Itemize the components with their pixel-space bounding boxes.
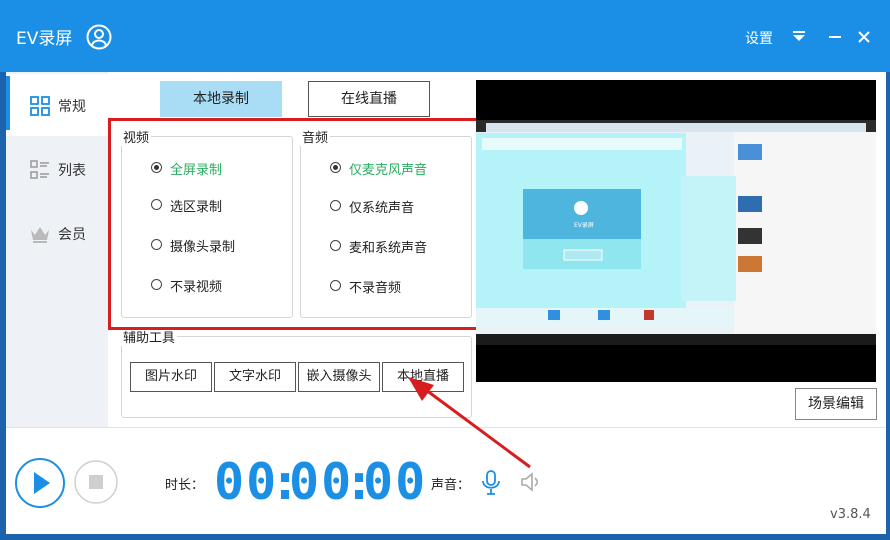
sidebar-item-member[interactable]: 会员 — [6, 202, 108, 264]
user-icon[interactable] — [86, 24, 112, 50]
tab-local-record[interactable]: 本地录制 — [160, 81, 282, 117]
play-button[interactable] — [14, 457, 66, 509]
list-icon — [30, 160, 49, 179]
stop-button[interactable] — [74, 460, 118, 504]
timer-hours: 00 — [214, 453, 279, 511]
tab-live-stream[interactable]: 在线直播 — [308, 81, 430, 117]
sidebar-item-label: 列表 — [58, 163, 86, 179]
preview-screenshot: EV录屏 — [476, 120, 876, 345]
sidebar-item-label: 常规 — [58, 99, 86, 115]
preview-app-name: EV录屏 — [574, 221, 594, 229]
sidebar-item-list[interactable]: 列表 — [6, 138, 108, 200]
sound-label: 声音： — [431, 478, 471, 493]
image-watermark-button[interactable]: 图片水印 — [130, 362, 212, 392]
scene-edit-button[interactable]: 场景编辑 — [795, 388, 877, 420]
annotation-arrow — [408, 377, 531, 469]
crown-icon — [31, 227, 49, 243]
text-watermark-button[interactable]: 文字水印 — [214, 362, 296, 392]
duration-label: 时长： — [165, 478, 205, 493]
dropdown-menu-icon[interactable] — [792, 30, 806, 42]
sidebar-item-label: 会员 — [58, 227, 86, 243]
active-indicator — [6, 76, 10, 130]
highlight-box — [108, 118, 482, 330]
sidebar-item-general[interactable]: 常规 — [6, 74, 108, 136]
settings-button[interactable]: 设置 — [745, 28, 773, 48]
minimize-icon[interactable] — [828, 30, 842, 42]
grid-icon — [30, 96, 50, 116]
app-title: EV录屏 — [16, 29, 73, 49]
embed-camera-button[interactable]: 嵌入摄像头 — [298, 362, 380, 392]
version-label: v3.8.4 — [830, 507, 871, 522]
close-icon[interactable] — [857, 30, 871, 44]
